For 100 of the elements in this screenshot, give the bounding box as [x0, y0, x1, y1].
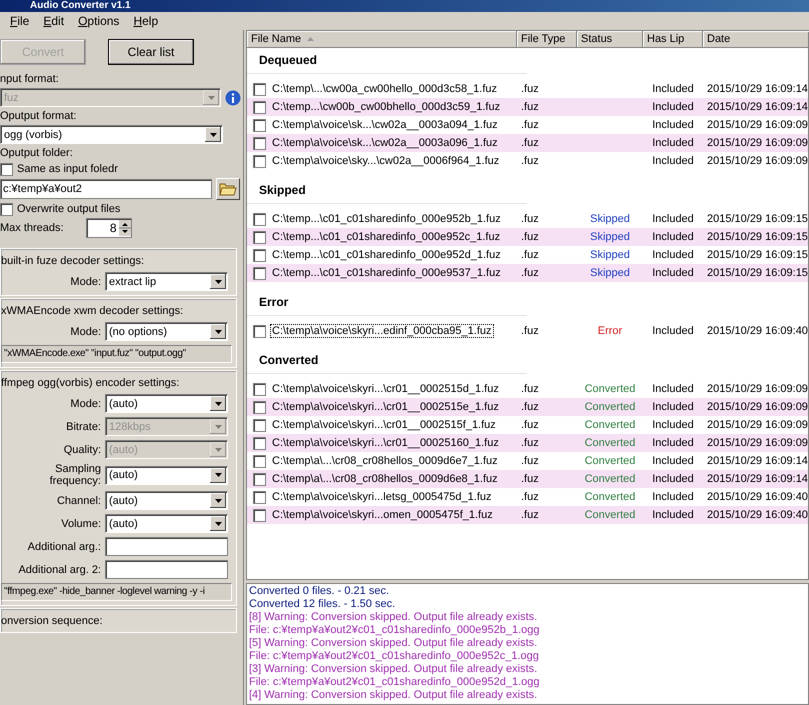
command-line-text: "xWMAEncode.exe" "input.fuz" "output.ogg"	[1, 345, 232, 363]
date-text: 2015/10/29 16:09:40	[706, 509, 809, 521]
file-type: .fuz	[520, 491, 540, 503]
group-header: Error	[247, 290, 527, 316]
menu-item[interactable]: Edit	[37, 14, 70, 28]
info-icon[interactable]	[225, 90, 241, 106]
checkbox[interactable]	[0, 202, 13, 216]
field-label: Mode:	[69, 326, 101, 338]
has-lip-text: Included	[651, 101, 695, 113]
date-text: 2015/10/29 16:09:40	[706, 325, 809, 337]
file-row[interactable]: C:\temp\a\voice\skyri...\cr01__0002515e_1.fuz .fuz Converted Included 2015/10/29 16:09:09	[247, 398, 808, 416]
folder-icon	[219, 182, 237, 196]
file-type: .fuz	[520, 325, 540, 337]
status-text: Converted	[584, 419, 636, 431]
file-name: C:\temp...\c01_c01sharedinfo_000e952b_1.fuz	[271, 213, 502, 225]
dropdown[interactable]: ogg (vorbis)	[0, 125, 223, 144]
menu-item[interactable]: File	[4, 14, 36, 28]
group-title: onversion sequence:	[1, 614, 104, 628]
file-row[interactable]: C:\temp\a\voice\skyri...\cr01__00025160_1.fuz .fuz Converted Included 2015/10/29 16:09:09	[247, 434, 808, 452]
folder-path-field[interactable]: c:¥temp¥a¥out2	[0, 179, 212, 199]
checkbox[interactable]	[253, 324, 266, 338]
file-row[interactable]: C:\temp...\cw00b_cw00bhello_000d3c59_1.fuz .fuz Included 2015/10/29 16:09:14	[247, 98, 808, 116]
checkbox[interactable]	[253, 400, 266, 414]
checkbox[interactable]	[253, 82, 266, 96]
field-label: Mode:	[69, 398, 101, 410]
file-name: C:\temp\a\voice\skyri...\cr01__0002515d_1.fuz	[271, 383, 500, 395]
dropdown[interactable]: (auto)	[105, 491, 228, 510]
file-type: .fuz	[520, 419, 540, 431]
caret-icon	[214, 522, 222, 526]
file-name: C:\temp\a\...\cr08_cr08hellos_0009d6e7_1.fuz	[271, 455, 499, 467]
file-name: C:\temp\a\voice\skyri...omen_0005475f_1.fuz	[271, 509, 494, 521]
checkbox[interactable]	[0, 162, 13, 176]
checkbox[interactable]	[253, 154, 266, 168]
file-row[interactable]: C:\temp\a\voice\sk...\cw02a__0003a096_1.fuz .fuz Included 2015/10/29 16:09:09	[247, 134, 808, 152]
checkbox[interactable]	[253, 436, 266, 450]
dropdown[interactable]: (auto)	[105, 466, 228, 484]
file-row[interactable]: C:\temp...\c01_c01sharedinfo_000e952c_1.fuz .fuz Skipped Included 2015/10/29 16:09:15	[247, 228, 808, 246]
input-field[interactable]	[105, 537, 228, 556]
window-title: Audio Converter v1.1	[0, 0, 809, 12]
file-name: C:\temp\...\cw00a_cw00hello_000d3c58_1.fuz	[271, 83, 498, 95]
has-lip-text: Included	[651, 231, 695, 243]
command-line-text: "ffmpeg.exe" -hide_banner -loglevel warning -y -i	[1, 583, 232, 601]
browse-folder-button[interactable]	[216, 178, 240, 200]
checkbox[interactable]	[253, 230, 266, 244]
file-name: C:\temp...\c01_c01sharedinfo_000e9537_1.fuz	[271, 267, 502, 279]
checkbox[interactable]	[253, 118, 266, 132]
field-label: Oputput folder:	[0, 146, 74, 160]
checkbox[interactable]	[253, 248, 266, 262]
spinner-arrows-icon[interactable]	[118, 220, 131, 236]
dropdown[interactable]: (auto)	[105, 394, 228, 413]
has-lip-text: Included	[651, 267, 695, 279]
column-header[interactable]: File Name	[247, 31, 517, 48]
checkbox[interactable]	[253, 212, 266, 226]
file-type: .fuz	[520, 437, 540, 449]
file-name: C:\temp\a\voice\skyri...\cr01__00025160_1.fuz	[271, 437, 500, 449]
menu-item[interactable]: Help	[127, 14, 164, 28]
file-row[interactable]: C:\temp\a\voice\skyri...omen_0005475f_1.fuz .fuz Converted Included 2015/10/29 16:09:40	[247, 506, 808, 524]
field-label: Max threads:	[0, 221, 64, 235]
column-header[interactable]: Status	[577, 31, 643, 48]
log-line: File: c:¥temp¥a¥out2¥c01_c01sharedinfo_000e952d_1.ogg	[249, 676, 541, 689]
group-title: xWMAEncode xwm decoder settings:	[1, 304, 184, 318]
checkbox[interactable]	[253, 266, 266, 280]
file-name: C:\temp\a\...\cr08_cr08hellos_0009d6e8_1.fuz	[271, 473, 499, 485]
log-line: File: c:¥temp¥a¥out2¥c01_c01sharedinfo_000e952b_1.ogg	[249, 624, 541, 637]
field-label: Additional arg.:	[26, 540, 101, 552]
checkbox[interactable]	[253, 454, 266, 468]
has-lip-text: Included	[651, 419, 695, 431]
field-label: nput format:	[0, 72, 60, 86]
has-lip-text: Included	[651, 83, 695, 95]
dropdown[interactable]: (auto)	[105, 514, 228, 533]
file-row[interactable]: C:\temp...\c01_c01sharedinfo_000e9537_1.fuz .fuz Skipped Included 2015/10/29 16:09:15	[247, 264, 808, 282]
has-lip-text: Included	[651, 401, 695, 413]
caret-icon	[214, 330, 222, 334]
group-header: Dequeued	[247, 48, 527, 74]
has-lip-text: Included	[651, 249, 695, 261]
checkbox[interactable]	[253, 136, 266, 150]
max-threads-spinner[interactable]: 8	[86, 218, 132, 238]
input-field[interactable]	[105, 560, 228, 579]
file-name: C:\temp\a\voice\skyri...\cr01__0002515f_1.fuz	[271, 419, 497, 431]
file-type: .fuz	[520, 509, 540, 521]
checkbox[interactable]	[253, 490, 266, 504]
caret-icon	[210, 132, 216, 136]
date-text: 2015/10/29 16:09:14	[706, 455, 809, 467]
has-lip-text: Included	[651, 473, 695, 485]
checkbox[interactable]	[253, 418, 266, 432]
checkbox[interactable]	[253, 100, 266, 114]
clear-list-button[interactable]: Clear list	[108, 39, 194, 65]
checkbox[interactable]	[253, 472, 266, 486]
column-header[interactable]: File Type	[517, 31, 577, 48]
status-text: Error	[596, 325, 624, 337]
file-type: .fuz	[520, 137, 540, 149]
checkbox[interactable]	[253, 508, 266, 522]
column-header[interactable]: Has Lip	[643, 31, 703, 48]
file-row[interactable]: C:\temp\a\...\cr08_cr08hellos_0009d6e8_1.fuz .fuz Converted Included 2015/10/29 16:09:14	[247, 470, 808, 488]
dropdown[interactable]: extract lip	[105, 272, 228, 291]
menu-item[interactable]: Options	[72, 14, 126, 28]
dropdown[interactable]: (no options)	[105, 322, 228, 341]
column-header[interactable]: Date	[703, 31, 809, 48]
checkbox[interactable]	[253, 382, 266, 396]
file-type: .fuz	[520, 119, 540, 131]
